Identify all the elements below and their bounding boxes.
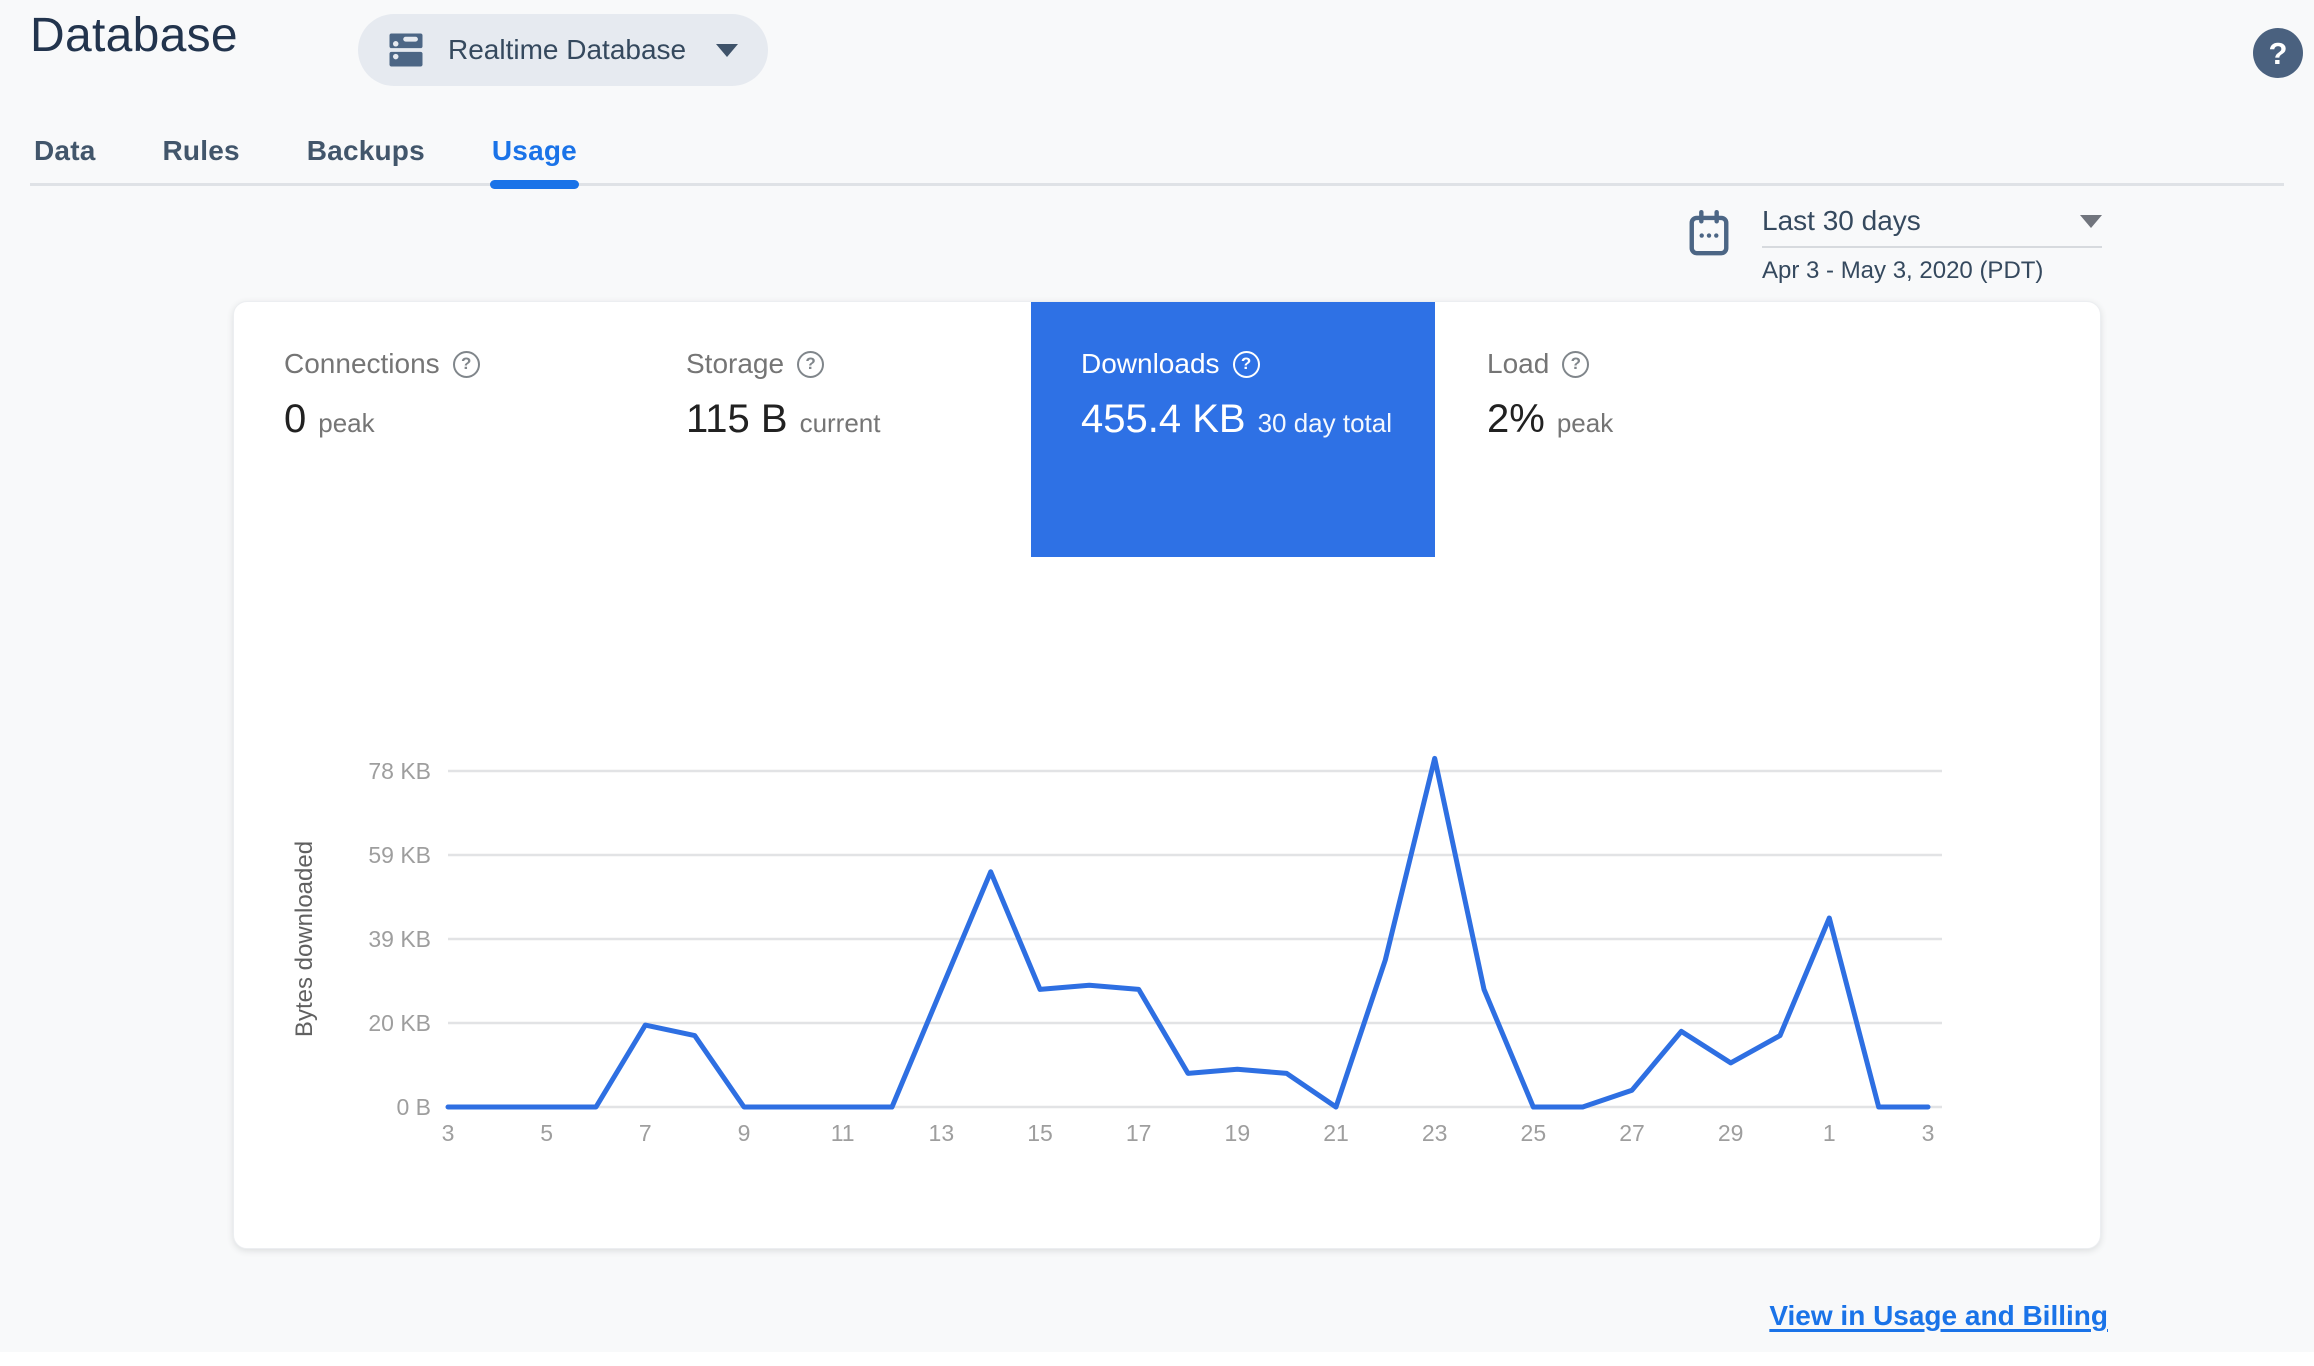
downloads-chart: 0 B 20 KB 39 KB 59 KB 78 KB 3 5 7 9 11 13 15 17 19 21 2… <box>262 745 1962 1175</box>
footer-strip <box>0 1352 2314 1366</box>
svg-text:1: 1 <box>1823 1120 1836 1146</box>
svg-text:21: 21 <box>1323 1120 1349 1146</box>
metric-label: Storage <box>686 348 785 379</box>
help-icon[interactable]: ? <box>797 350 825 378</box>
svg-text:19: 19 <box>1225 1120 1251 1146</box>
database-selector-label: Realtime Database <box>448 34 687 65</box>
svg-text:17: 17 <box>1126 1120 1152 1146</box>
metric-value: 455.4 KB <box>1081 397 1246 441</box>
svg-text:0 B: 0 B <box>396 1094 431 1120</box>
tab-rules[interactable]: Rules <box>163 120 240 183</box>
database-icon <box>384 28 428 72</box>
svg-text:13: 13 <box>929 1120 955 1146</box>
tab-bar: Data Rules Backups Usage <box>30 120 2284 189</box>
date-range-selector[interactable]: Last 30 days Apr 3 - May 3, 2020 (PDT) <box>1686 204 2102 285</box>
tab-data[interactable]: Data <box>34 120 96 183</box>
metric-downloads[interactable]: Downloads ? 455.4 KB 30 day total <box>1031 302 1435 557</box>
usage-card: Connections ? 0 peak Storage ? 115 B cur… <box>233 301 2101 1249</box>
svg-text:9: 9 <box>738 1120 751 1146</box>
calendar-icon <box>1686 208 1732 285</box>
date-range-detail: Apr 3 - May 3, 2020 (PDT) <box>1762 257 2044 284</box>
page-title: Database <box>30 9 238 62</box>
tab-usage[interactable]: Usage <box>489 120 579 189</box>
metric-storage[interactable]: Storage ? 115 B current <box>636 302 1040 557</box>
metric-value: 115 B <box>686 397 788 441</box>
svg-text:7: 7 <box>639 1120 652 1146</box>
date-range-chevron-down-icon <box>2080 214 2102 228</box>
metric-unit: current <box>799 408 881 438</box>
help-glyph: ? <box>2268 35 2288 71</box>
svg-text:39 KB: 39 KB <box>368 926 431 952</box>
svg-text:25: 25 <box>1521 1120 1547 1146</box>
metric-unit: peak <box>1556 408 1614 438</box>
view-usage-billing-link[interactable]: View in Usage and Billing <box>1769 1300 2108 1332</box>
metric-label: Load <box>1487 348 1550 379</box>
svg-text:Bytes downloaded: Bytes downloaded <box>291 841 318 1037</box>
metric-unit: peak <box>318 408 375 438</box>
svg-text:5: 5 <box>540 1120 553 1146</box>
help-button[interactable]: ? <box>2253 28 2303 78</box>
metric-connections[interactable]: Connections ? 0 peak <box>234 302 638 557</box>
metric-label: Downloads <box>1081 348 1220 379</box>
tab-backups[interactable]: Backups <box>307 120 425 183</box>
metric-load[interactable]: Load ? 2% peak <box>1437 302 1841 557</box>
metric-value: 0 <box>284 397 307 441</box>
metric-unit: 30 day total <box>1257 408 1393 438</box>
svg-text:59 KB: 59 KB <box>368 842 431 868</box>
svg-text:3: 3 <box>1922 1120 1935 1146</box>
chevron-down-icon <box>716 43 739 57</box>
date-range-divider <box>1762 246 2102 248</box>
date-range-texts: Last 30 days Apr 3 - May 3, 2020 (PDT) <box>1762 204 2102 285</box>
help-icon[interactable]: ? <box>452 350 480 378</box>
svg-text:29: 29 <box>1718 1120 1744 1146</box>
svg-text:15: 15 <box>1027 1120 1053 1146</box>
date-range-label: Last 30 days <box>1762 205 1921 236</box>
help-icon[interactable]: ? <box>1232 350 1260 378</box>
database-usage-page: Database Realtime Database ? Data Rules … <box>0 0 2314 1366</box>
svg-text:3: 3 <box>442 1120 455 1146</box>
svg-text:20 KB: 20 KB <box>368 1010 431 1036</box>
svg-text:11: 11 <box>831 1120 855 1146</box>
svg-text:78 KB: 78 KB <box>368 758 431 784</box>
svg-text:23: 23 <box>1422 1120 1448 1146</box>
svg-text:27: 27 <box>1619 1120 1645 1146</box>
help-icon[interactable]: ? <box>1562 350 1590 378</box>
metric-label: Connections <box>284 348 440 379</box>
metric-value: 2% <box>1487 397 1545 441</box>
database-selector[interactable]: Realtime Database <box>358 14 769 86</box>
